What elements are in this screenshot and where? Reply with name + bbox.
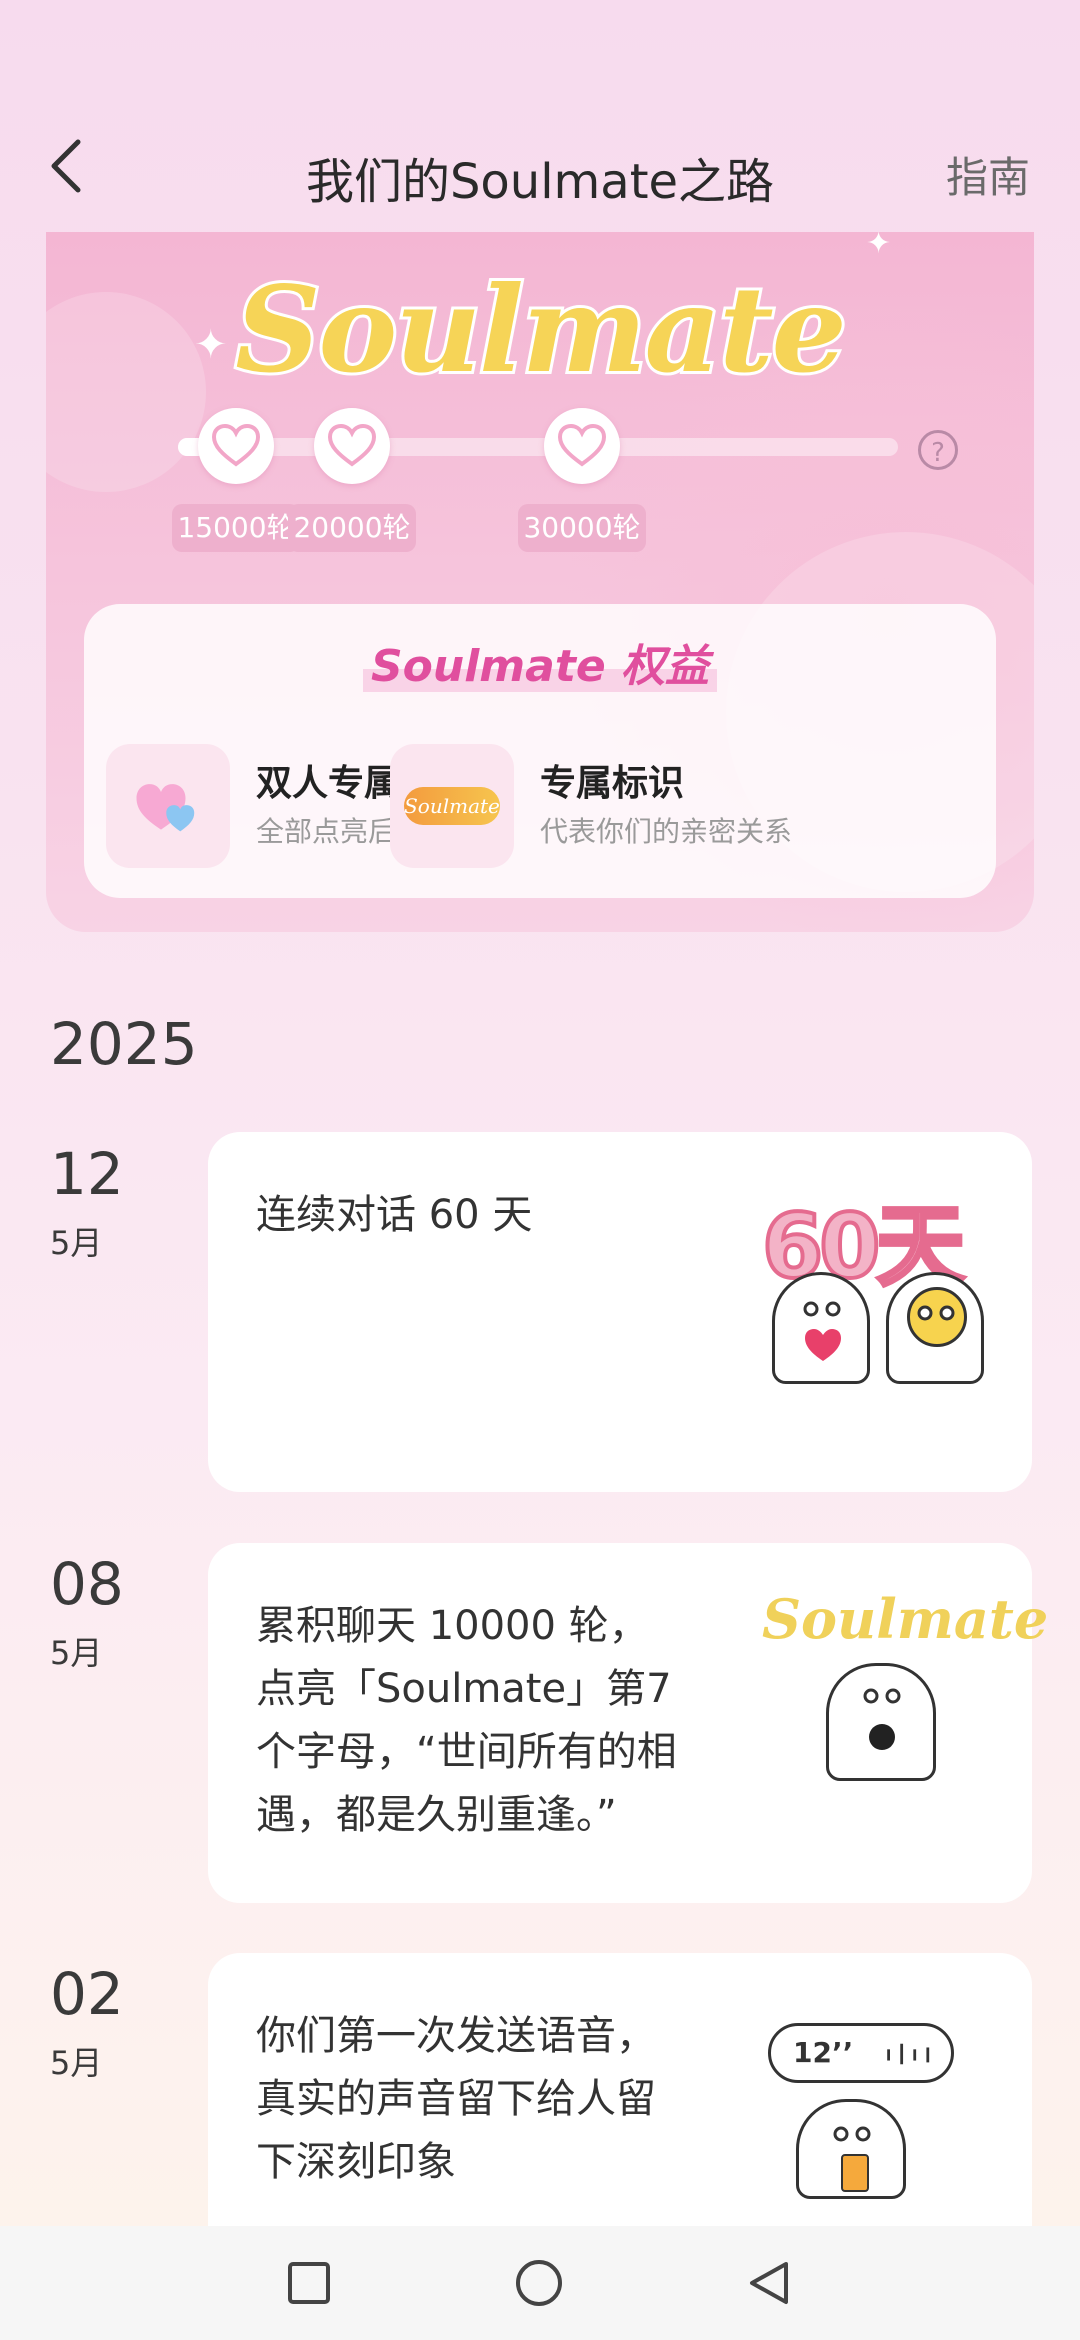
event-text: 连续对话 60 天 (256, 1192, 533, 1238)
event-day: 08 (50, 1550, 124, 1618)
voice-duration: 12’’ (793, 2036, 854, 2069)
heart-icon (328, 424, 376, 467)
benefit-title: 专属标识 (540, 763, 685, 804)
heart-icon (558, 424, 606, 467)
soulmate-progress-card: ✦ ✦ Soulmate ? 15000轮 20000轮 30000轮 Soul… (46, 232, 1034, 932)
milestone-15000 (198, 408, 274, 484)
phone-icon (841, 2154, 869, 2192)
voice-message-sticker: 12’’ (756, 2003, 996, 2199)
heart-icon (805, 1329, 841, 1361)
guide-link[interactable]: 指南 (946, 144, 1030, 205)
progress-bar (178, 438, 898, 456)
event-card[interactable]: 你们第一次发送语音，真实的声音留下给人留下深刻印象 12’’ (208, 1953, 1032, 2253)
benefit-subtitle: 代表你们的亲密关系 (540, 815, 793, 848)
event-month: 5月 (50, 2044, 103, 2082)
sticker-text: Soulmate (762, 1587, 1049, 1651)
event-card[interactable]: 累积聊天 10000 轮，点亮「Soulmate」第7个字母，“世间所有的相遇，… (208, 1543, 1048, 1903)
triangle-back-icon (750, 2262, 788, 2304)
soulmate-logo: Soulmate (232, 257, 849, 402)
milestone-label: 20000轮 (288, 504, 416, 552)
heart-icon (212, 424, 260, 467)
question-circle-icon[interactable]: ? (918, 430, 958, 470)
event-day: 12 (50, 1140, 124, 1208)
timeline-year: 2025 (50, 1010, 198, 1078)
milestone-30000 (544, 408, 620, 484)
page-title: 我们的Soulmate之路 (305, 154, 775, 210)
milestone-label: 30000轮 (518, 504, 646, 552)
sparkle-icon: ✦ (866, 232, 892, 261)
event-month: 5月 (50, 1634, 103, 1672)
ghost-icon (796, 2099, 906, 2199)
ghost-icon (772, 1272, 870, 1384)
benefits-panel: Soulmate 权益 双人专属空间 全部点亮后可开通 Soulmate 专属标… (84, 604, 996, 898)
home-button[interactable] (514, 2258, 564, 2308)
back-nav-button[interactable] (744, 2258, 794, 2308)
soulmate-sticker: Soulmate (756, 1587, 1048, 1793)
circle-icon (516, 2260, 562, 2306)
ghost-icon (886, 1272, 984, 1384)
soulmate-badge-icon: Soulmate (390, 744, 514, 868)
milestone-20000 (314, 408, 390, 484)
voice-bubble: 12’’ (768, 2023, 954, 2083)
ghost-icon (826, 1663, 936, 1781)
microphone-icon (869, 1724, 895, 1750)
recent-apps-button[interactable] (284, 2258, 334, 2308)
event-text: 你们第一次发送语音，真实的声音留下给人留下深刻印象 (256, 2013, 656, 2185)
system-nav-bar (0, 2226, 1080, 2340)
top-bar: 我们的Soulmate之路 指南 (0, 120, 1080, 220)
square-icon (288, 2262, 330, 2304)
60-days-sticker: 60天 (756, 1182, 996, 1384)
event-card[interactable]: 连续对话 60 天 60天 (208, 1132, 1032, 1492)
benefits-title: Soulmate 权益 (84, 630, 996, 694)
event-text: 累积聊天 10000 轮，点亮「Soulmate」第7个字母，“世间所有的相遇，… (256, 1603, 677, 1838)
event-month: 5月 (50, 1224, 103, 1262)
milestone-label: 15000轮 (172, 504, 300, 552)
double-heart-icon (106, 744, 230, 868)
event-day: 02 (50, 1960, 124, 2028)
sound-wave-icon (887, 2043, 930, 2065)
